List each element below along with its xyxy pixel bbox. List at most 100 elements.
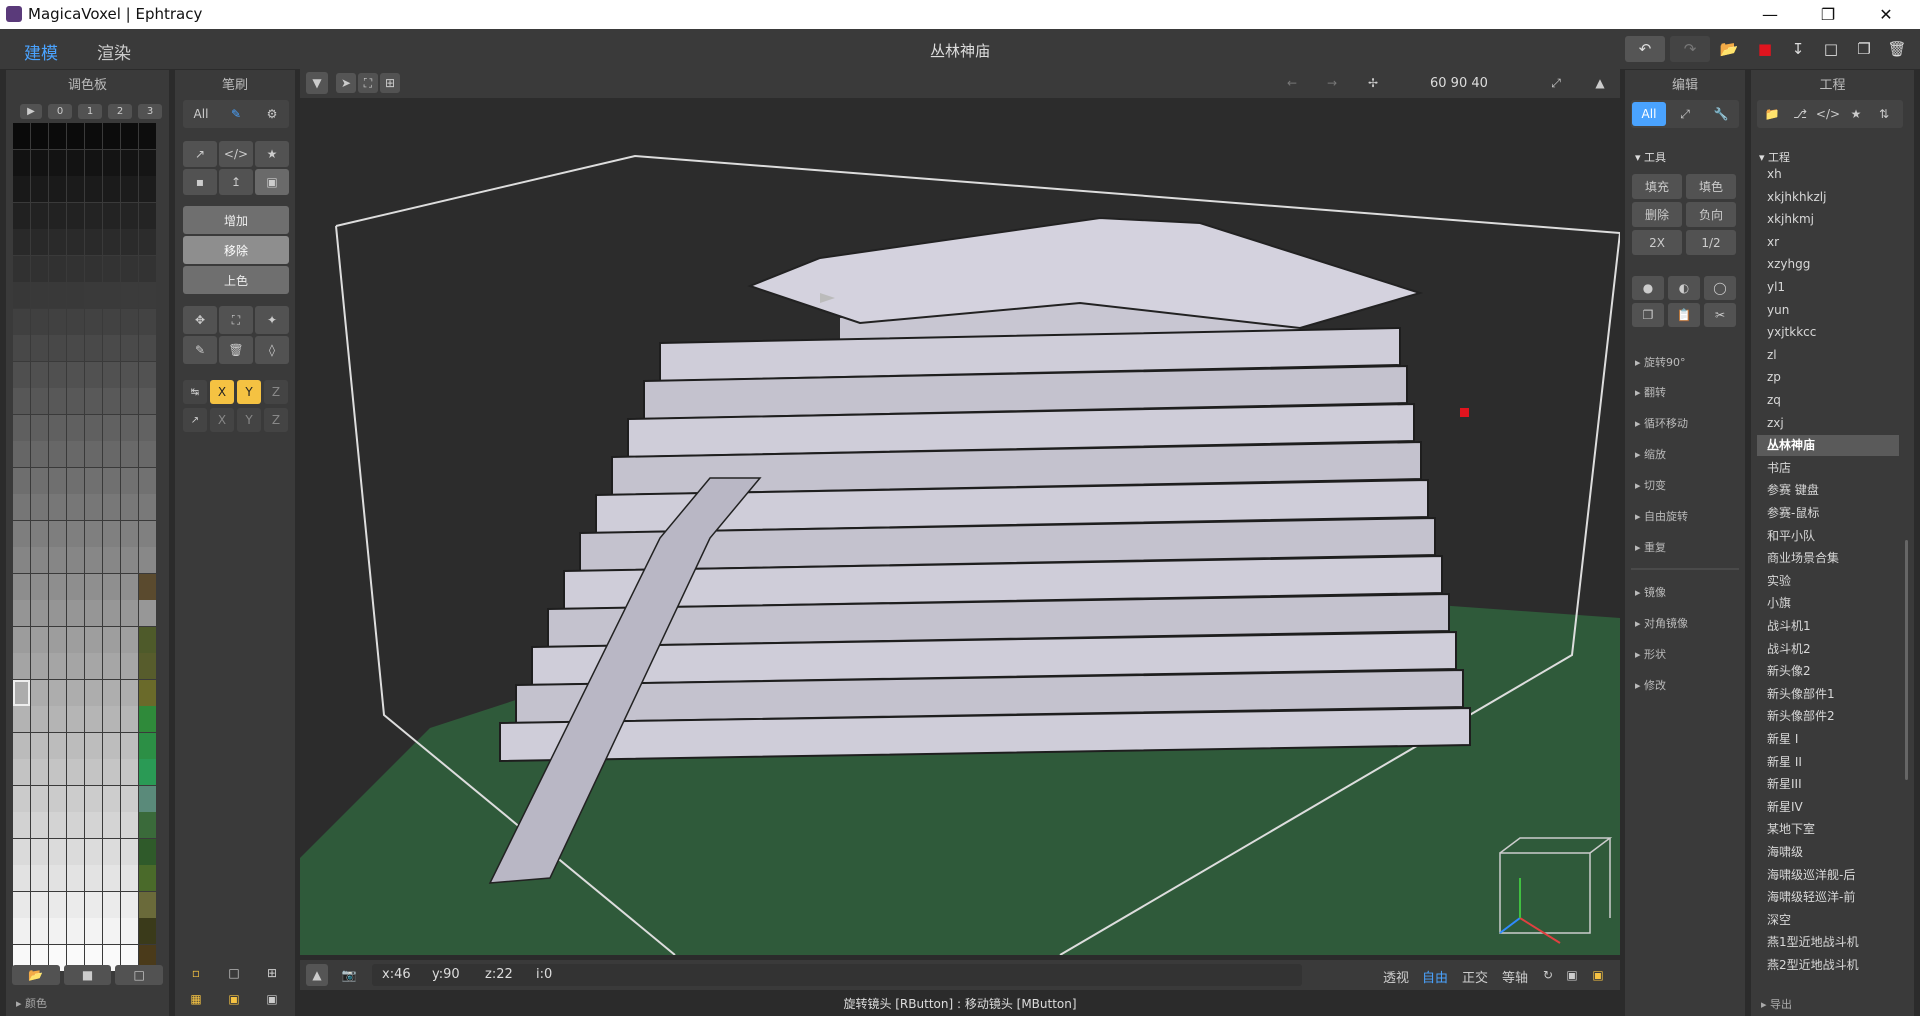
palette-swatch[interactable] bbox=[49, 494, 66, 520]
palette-swatch[interactable] bbox=[31, 759, 48, 785]
palette-swatch[interactable] bbox=[103, 653, 120, 679]
edit-section-9[interactable]: ▸ 对角镜像 bbox=[1635, 615, 1688, 631]
palette-swatch[interactable] bbox=[67, 229, 84, 255]
select-box-icon[interactable]: ⛶ bbox=[358, 73, 378, 93]
palette-swatch[interactable] bbox=[139, 335, 156, 361]
expand-up-icon[interactable]: ▲ bbox=[1588, 73, 1612, 93]
select-icon[interactable]: ⛶ bbox=[219, 306, 253, 334]
palette-swatch[interactable] bbox=[13, 335, 30, 361]
palette-swatch[interactable] bbox=[31, 335, 48, 361]
palette-swatch[interactable] bbox=[85, 467, 102, 494]
palette-swatch[interactable] bbox=[85, 626, 102, 653]
palette-swatch[interactable] bbox=[139, 202, 156, 229]
palette-swatch[interactable] bbox=[103, 732, 120, 759]
palette-swatch[interactable] bbox=[49, 335, 66, 361]
tab-render[interactable]: 渲染 bbox=[97, 39, 131, 64]
palette-swatch[interactable] bbox=[49, 732, 66, 759]
palette-swatch[interactable] bbox=[121, 388, 138, 414]
palette-swatch[interactable] bbox=[139, 255, 156, 282]
delete-file-icon[interactable]: 🗑 bbox=[1884, 36, 1910, 62]
palette-swatch[interactable] bbox=[139, 149, 156, 176]
project-item[interactable]: 新星III bbox=[1757, 774, 1899, 795]
palette-tab-2[interactable]: 2 bbox=[108, 104, 132, 119]
palette-swatch[interactable] bbox=[13, 732, 30, 759]
palette-swatch[interactable] bbox=[13, 441, 30, 467]
palette-swatch[interactable] bbox=[13, 653, 30, 679]
palette-swatch[interactable] bbox=[31, 255, 48, 282]
palette-swatch[interactable] bbox=[121, 547, 138, 573]
palette-swatch[interactable] bbox=[31, 573, 48, 600]
palette-swatch[interactable] bbox=[31, 388, 48, 414]
palette-swatch[interactable] bbox=[103, 467, 120, 494]
palette-swatch[interactable] bbox=[139, 441, 156, 467]
palette-swatch[interactable] bbox=[49, 149, 66, 176]
palette-swatch[interactable] bbox=[67, 414, 84, 441]
palette-swatch[interactable] bbox=[67, 759, 84, 785]
code-brush-icon[interactable]: </> bbox=[219, 141, 253, 167]
cube-icon[interactable]: ▣ bbox=[223, 988, 245, 1010]
palette-tab-play[interactable]: ▶ bbox=[20, 104, 42, 119]
reset-view-icon[interactable]: ↻ bbox=[1538, 965, 1558, 985]
palette-swatch[interactable] bbox=[103, 759, 120, 785]
palette-swatch[interactable] bbox=[31, 679, 48, 706]
palette-swatch[interactable] bbox=[31, 865, 48, 891]
palette-swatch[interactable] bbox=[121, 573, 138, 600]
palette-swatch[interactable] bbox=[13, 759, 30, 785]
palette-swatch[interactable] bbox=[49, 838, 66, 865]
palette-swatch[interactable] bbox=[49, 547, 66, 573]
palette-swatch[interactable] bbox=[67, 785, 84, 812]
palette-swatch[interactable] bbox=[49, 388, 66, 414]
palette-swatch[interactable] bbox=[85, 441, 102, 467]
palette-swatch[interactable] bbox=[139, 600, 156, 626]
palette-swatch[interactable] bbox=[31, 600, 48, 626]
palette-swatch[interactable] bbox=[103, 441, 120, 467]
palette-swatch[interactable] bbox=[13, 679, 30, 706]
palette-swatch[interactable] bbox=[67, 308, 84, 335]
project-item[interactable]: 新星 I bbox=[1757, 729, 1899, 750]
palette-swatch[interactable] bbox=[103, 679, 120, 706]
palette-swatch[interactable] bbox=[13, 202, 30, 229]
palette-swatch[interactable] bbox=[49, 441, 66, 467]
palette-swatch[interactable] bbox=[121, 255, 138, 282]
palette-swatch[interactable] bbox=[121, 891, 138, 918]
palette-swatch[interactable] bbox=[121, 679, 138, 706]
project-item[interactable]: 丛林神庙 bbox=[1757, 435, 1899, 457]
palette-swatch[interactable] bbox=[67, 732, 84, 759]
palette-swatch[interactable] bbox=[139, 388, 156, 414]
palette-swatch[interactable] bbox=[85, 308, 102, 335]
project-item[interactable]: 燕2型近地战斗机 bbox=[1757, 955, 1899, 976]
palette-swatch[interactable] bbox=[13, 865, 30, 891]
project-item[interactable]: xkjhkhkzlj bbox=[1757, 187, 1899, 208]
mirror-icon[interactable]: ↹ bbox=[183, 380, 207, 404]
line-brush-icon[interactable]: ↗ bbox=[183, 141, 217, 167]
project-item[interactable]: 新头像部件2 bbox=[1757, 706, 1899, 727]
palette-swatch[interactable] bbox=[49, 573, 66, 600]
edit-section-2[interactable]: ▸ 翻转 bbox=[1635, 384, 1666, 400]
palette-swatch[interactable] bbox=[121, 759, 138, 785]
palette-swatch[interactable] bbox=[67, 520, 84, 547]
palette-swatch[interactable] bbox=[31, 918, 48, 944]
edit-all-button[interactable]: All bbox=[1632, 102, 1666, 126]
palette-swatch[interactable] bbox=[85, 653, 102, 679]
palette-swatch[interactable] bbox=[139, 838, 156, 865]
palette-swatch[interactable] bbox=[121, 918, 138, 944]
palette-swatch[interactable] bbox=[139, 123, 156, 149]
close-icon[interactable]: ✕ bbox=[1858, 0, 1914, 29]
palette-swatch[interactable] bbox=[49, 202, 66, 229]
palette-swatch[interactable] bbox=[121, 520, 138, 547]
palette-swatch[interactable] bbox=[139, 361, 156, 388]
palette-swatch[interactable] bbox=[85, 838, 102, 865]
palette-swatch[interactable] bbox=[139, 414, 156, 441]
select-all-icon[interactable]: ⊞ bbox=[380, 73, 400, 93]
arrow-left-icon[interactable]: ← bbox=[1280, 73, 1304, 93]
palette-swatch[interactable] bbox=[121, 865, 138, 891]
tab-model[interactable]: 建模 bbox=[24, 39, 58, 64]
palette-swatch[interactable] bbox=[121, 149, 138, 176]
trash-icon[interactable]: 🗑 bbox=[219, 336, 253, 364]
project-item[interactable]: 书店 bbox=[1757, 458, 1899, 479]
project-item[interactable]: 和平小队 bbox=[1757, 526, 1899, 547]
palette-swatch[interactable] bbox=[139, 785, 156, 812]
project-item[interactable]: 商业场景合集 bbox=[1757, 548, 1899, 569]
palette-swatch[interactable] bbox=[67, 706, 84, 732]
palette-swatch[interactable] bbox=[13, 229, 30, 255]
